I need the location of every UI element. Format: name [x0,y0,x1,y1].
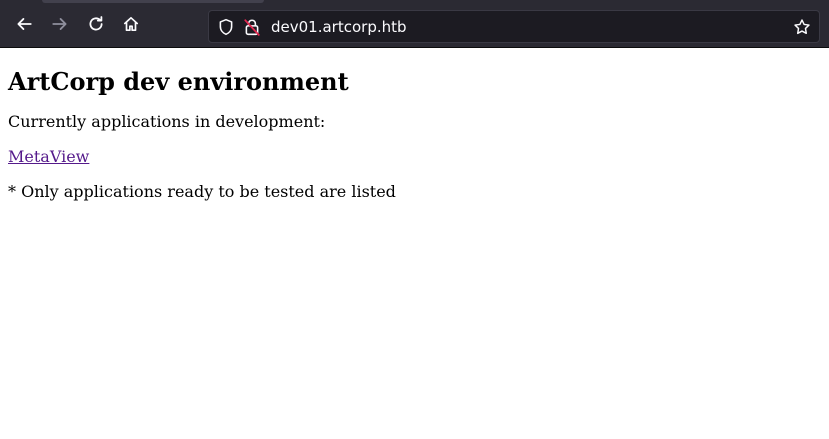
app-list-item: MetaView [8,147,821,166]
footnote-text: * Only applications ready to be tested a… [8,182,396,201]
star-icon[interactable] [793,18,811,36]
insecure-lock-icon[interactable] [243,18,261,36]
forward-button[interactable] [46,10,74,38]
home-icon [123,16,139,32]
intro-text: Currently applications in development: [8,112,326,131]
metaview-link[interactable]: MetaView [8,147,89,166]
url-text[interactable]: dev01.artcorp.htb [271,18,407,36]
back-button[interactable] [10,10,38,38]
browser-toolbar: dev01.artcorp.htb [0,0,829,48]
forward-arrow-icon [52,18,67,30]
home-button[interactable] [117,10,145,38]
shield-icon[interactable] [217,18,235,36]
page-content: ArtCorp dev environment Currently applic… [0,67,829,201]
reload-button[interactable] [82,10,110,38]
back-arrow-icon [17,18,32,30]
reload-icon [89,16,103,31]
active-tab-indicator[interactable] [42,0,264,3]
page-title: ArtCorp dev environment [8,67,349,96]
address-bar[interactable]: dev01.artcorp.htb [208,10,820,43]
